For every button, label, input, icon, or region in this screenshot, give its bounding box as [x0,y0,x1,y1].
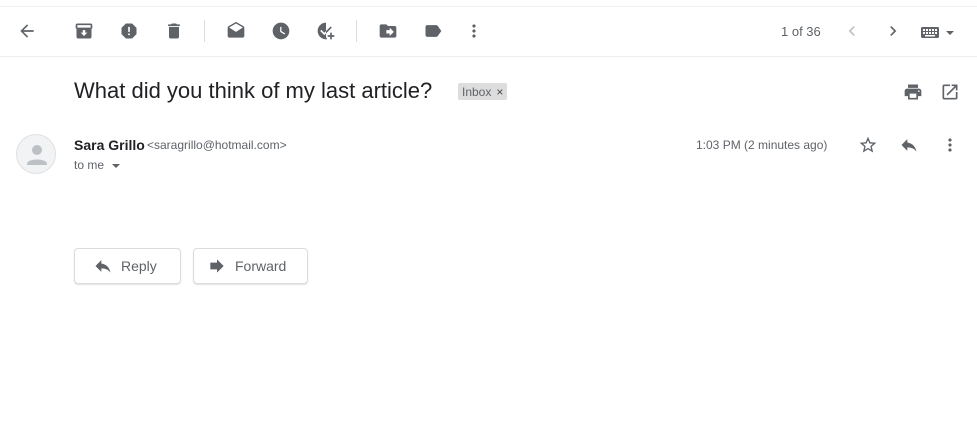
move-to-icon [379,24,397,38]
label-chip-text: Inbox [462,84,492,99]
delete-button[interactable] [162,19,186,43]
reply-button[interactable]: Reply [74,248,181,284]
snooze-icon [272,22,290,40]
remove-label-button[interactable]: × [496,86,503,98]
forward-icon [210,259,224,273]
back-arrow-icon [20,24,34,38]
archive-button[interactable] [72,19,96,43]
add-to-tasks-button[interactable] [314,19,338,43]
more-button[interactable] [462,19,486,43]
open-in-new-icon [942,84,958,100]
star-icon [859,136,877,153]
print-icon [904,84,922,100]
toolbar-divider [204,20,205,42]
back-button[interactable] [15,19,39,43]
new-window-button[interactable] [939,81,961,103]
pager-count: 1 of 36 [781,24,821,39]
delete-icon [168,23,180,39]
archive-icon [75,23,93,39]
mark-unread-button[interactable] [224,19,248,43]
star-button[interactable] [857,134,879,156]
person-icon [27,145,47,165]
caret-down-icon [112,163,121,168]
move-to-button[interactable] [376,19,400,43]
sender-email: <saragrillo@hotmail.com> [147,138,287,152]
reply-label: Reply [121,258,157,274]
reply-icon [95,260,111,273]
labels-button[interactable] [421,19,445,43]
chevron-left-icon [848,26,855,36]
reply-icon [901,139,917,152]
add-to-tasks-icon [317,22,335,40]
sender-name: Sara Grillo [74,137,145,153]
toolbar-divider [356,20,357,42]
older-button[interactable] [881,19,905,43]
report-spam-icon [121,23,137,39]
more-vert-icon [948,138,952,152]
more-vert-icon [472,24,476,38]
keyboard-icon [921,27,954,38]
chevron-right-icon [890,26,897,36]
forward-button[interactable]: Forward [193,248,308,284]
reply-icon-button[interactable] [898,134,920,156]
snooze-button[interactable] [269,19,293,43]
message-toolbar: 1 of 36 [0,7,977,57]
inbox-label-chip: Inbox × [458,83,508,100]
sender-avatar[interactable] [16,134,56,174]
newer-button[interactable] [840,19,864,43]
mark-unread-icon [227,21,245,38]
input-tools-button[interactable] [920,23,958,41]
recipient-text: to me [74,158,105,172]
email-subject: What did you think of my last article? [74,78,433,103]
report-spam-button[interactable] [117,19,141,43]
forward-label: Forward [235,258,287,274]
labels-icon [425,25,442,37]
message-more-button[interactable] [939,134,961,156]
message-timestamp: 1:03 PM (2 minutes ago) [696,138,828,152]
print-all-button[interactable] [902,81,924,103]
recipient-details-toggle[interactable]: to me [74,158,121,172]
